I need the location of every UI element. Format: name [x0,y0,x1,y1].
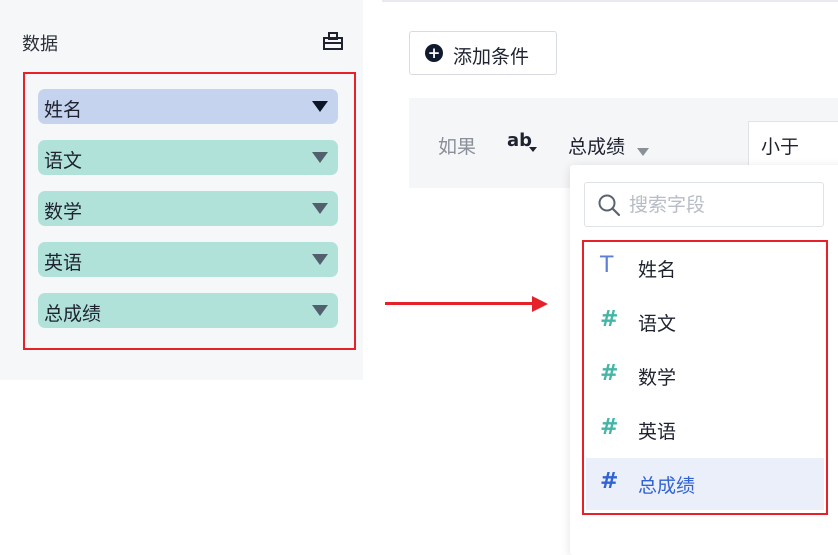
field-pill-name[interactable]: 姓名 [38,89,338,124]
field-pill-math[interactable]: 数学 [38,191,338,226]
number-type-icon: # [600,415,619,440]
caret-down-icon[interactable] [312,101,328,112]
caret-down-icon[interactable] [312,203,328,214]
dropdown-item-english[interactable]: # 英语 [586,404,824,456]
field-pill-label: 总成绩 [44,303,102,325]
plus-circle-icon: + [425,44,443,62]
field-pill-label: 英语 [44,252,83,274]
operator-select[interactable]: 小于 [748,121,838,166]
field-pill-total[interactable]: 总成绩 [38,293,338,328]
number-type-icon: # [600,469,619,494]
arrow-right-icon [532,296,548,312]
top-divider [382,0,838,2]
dropdown-item-total[interactable]: # 总成绩 [586,458,824,510]
caret-down-icon[interactable] [312,305,328,316]
field-pill-english[interactable]: 英语 [38,242,338,277]
text-type-icon: T [600,253,614,278]
field-select[interactable]: 总成绩 [568,132,625,159]
number-type-icon: # [600,307,619,332]
if-label: 如果 [438,136,477,158]
dropdown-item-label: 语文 [638,313,677,335]
add-condition-button[interactable]: + 添加条件 [409,31,557,75]
operator-label: 小于 [761,136,800,158]
text-type-toggle-icon[interactable]: ab [507,130,537,152]
search-icon [598,194,621,217]
dropdown-item-label: 总成绩 [638,475,696,497]
field-pill-label: 姓名 [44,99,83,121]
caret-down-icon[interactable] [637,148,649,156]
caret-down-icon[interactable] [312,152,328,163]
dropdown-item-label: 数学 [638,367,677,389]
dropdown-item-label: 姓名 [638,259,677,281]
caret-down-icon [529,147,537,152]
dropdown-item-label: 英语 [638,421,677,443]
toolbox-icon[interactable] [322,30,344,52]
field-pill-label: 语文 [44,150,83,172]
dropdown-item-chinese[interactable]: # 语文 [586,296,824,348]
add-condition-label: 添加条件 [453,46,530,68]
dropdown-item-name[interactable]: T 姓名 [586,242,824,294]
arrow-line [385,302,533,305]
dropdown-item-math[interactable]: # 数学 [586,350,824,402]
caret-down-icon[interactable] [312,254,328,265]
number-type-icon: # [600,361,619,386]
field-pill-chinese[interactable]: 语文 [38,140,338,175]
data-panel-title: 数据 [22,34,58,55]
field-pill-label: 数学 [44,201,83,223]
